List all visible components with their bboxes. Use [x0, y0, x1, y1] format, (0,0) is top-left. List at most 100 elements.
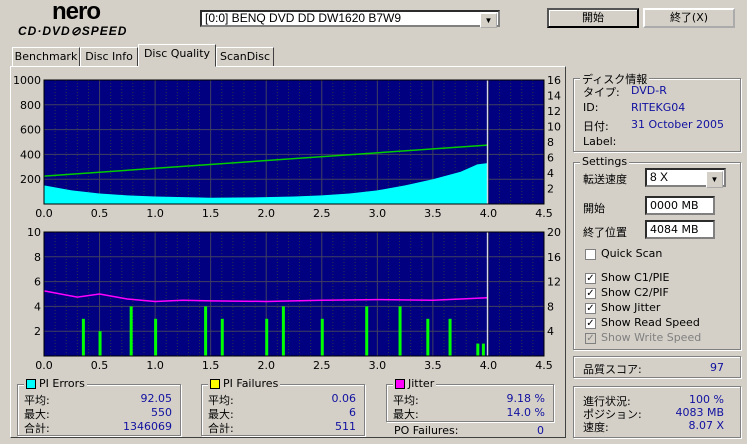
- show-c2-checkbox[interactable]: ✓: [585, 288, 596, 299]
- x-tick-label: 4.5: [535, 207, 553, 220]
- pi-errors-max: 550: [151, 406, 172, 419]
- pif-bar: [281, 306, 285, 356]
- pif-bar: [448, 318, 452, 356]
- x-tick-label: 2.5: [313, 207, 331, 220]
- jitter-swatch: [395, 378, 405, 389]
- y-right-tick-label: 14: [547, 90, 561, 103]
- pi-errors-group: PI Errors 平均: 92.05 最大: 550 合計: 1346069: [17, 377, 181, 436]
- pif-bar: [98, 331, 102, 356]
- y-left-tick-label: 2: [34, 325, 41, 338]
- show-write-speed-checkbox: ✓: [585, 333, 596, 344]
- po-failures-label: PO Failures:: [394, 424, 459, 437]
- tab-disc-quality[interactable]: Disc Quality: [138, 44, 216, 67]
- quick-scan-checkbox[interactable]: [585, 249, 596, 260]
- label-label: Label:: [583, 135, 617, 148]
- pif-jitter-chart: 0.0 0.5 1.0 1.5 2.0 2.5 3.0 3.5 4.0 4.5 10 8 6 4 2 20 16…: [27, 226, 561, 372]
- show-c1-label: Show C1/PIE: [601, 271, 670, 284]
- speed-select[interactable]: 8 X ▼: [645, 168, 726, 188]
- date-value: 31 October 2005: [631, 118, 725, 131]
- y-right-tick-label: 6: [547, 152, 554, 165]
- x-tick-label: 1.0: [146, 359, 164, 372]
- x-tick-label: 3.5: [424, 359, 442, 372]
- x-tick-label: 0.0: [35, 207, 53, 220]
- jitter-max: 14.0 %: [506, 406, 545, 419]
- pi-failures-swatch: [210, 378, 220, 389]
- pi-failures-total-label: 合計:: [208, 422, 234, 435]
- y-right-tick-label: 12: [547, 105, 561, 118]
- pif-bar: [154, 318, 158, 356]
- jitter-avg: 9.18 %: [506, 392, 545, 405]
- y-left-tick-label: 600: [20, 124, 41, 137]
- y-left-tick-label: 200: [20, 173, 41, 186]
- progress-group: 進行状況: 100 % ポジション: 4083 MB 速度: 8.07 X: [573, 386, 741, 438]
- quality-score-label: 品質スコア:: [583, 363, 642, 376]
- y-right-tick-label: 10: [547, 121, 561, 134]
- jitter-group: Jitter 平均: 9.18 % 最大: 14.0 %: [386, 377, 554, 422]
- type-label: タイプ:: [583, 86, 620, 99]
- id-value: RITEKG04: [631, 101, 686, 114]
- x-tick-label: 1.5: [202, 359, 220, 372]
- y-right-tick-label: 4: [547, 325, 554, 338]
- show-c1-checkbox[interactable]: ✓: [585, 273, 596, 284]
- pif-bar: [265, 318, 269, 356]
- pif-bar: [320, 318, 324, 356]
- speed-select-value: 8 X: [650, 170, 669, 184]
- show-jitter-checkbox[interactable]: ✓: [585, 303, 596, 314]
- jitter-max-label: 最大:: [393, 408, 419, 421]
- speed-label: 転送速度: [583, 173, 627, 186]
- x-tick-label: 2.0: [257, 359, 275, 372]
- speed-current-value: 8.07 X: [688, 419, 724, 432]
- id-label: ID:: [583, 101, 599, 114]
- y-left-tick-label: 1000: [13, 74, 41, 87]
- y-left-tick-label: 400: [20, 148, 41, 161]
- position-value: 4083 MB: [675, 406, 724, 419]
- exit-button[interactable]: 終了(X): [643, 8, 735, 28]
- x-tick-label: 0.0: [35, 359, 53, 372]
- pif-bar: [81, 318, 85, 356]
- x-tick-label: 1.5: [202, 207, 220, 220]
- y-right-tick-label: 8: [547, 136, 554, 149]
- settings-title: Settings: [580, 155, 630, 168]
- pie-chart: 0.0 0.5 1.0 1.5 2.0 2.5 3.0 3.5 4.0 4.5 1000 800 600…: [13, 74, 561, 220]
- pif-bar: [220, 318, 224, 356]
- x-tick-label: 0.5: [91, 359, 109, 372]
- progress-value: 100 %: [689, 393, 724, 406]
- start-position-input[interactable]: 0000 MB: [645, 196, 715, 215]
- jitter-title: Jitter: [408, 377, 435, 390]
- quality-score-value: 97: [710, 361, 724, 374]
- pif-bar: [426, 318, 430, 356]
- y-left-tick-label: 10: [27, 226, 41, 239]
- pif-bar: [204, 306, 208, 356]
- pi-failures-total: 511: [335, 420, 356, 433]
- end-position-input[interactable]: 4084 MB: [645, 220, 715, 239]
- pi-errors-title: PI Errors: [39, 377, 85, 390]
- x-tick-label: 2.0: [257, 207, 275, 220]
- pi-failures-avg: 0.06: [331, 392, 357, 405]
- date-label: 日付:: [583, 120, 609, 133]
- chevron-down-icon[interactable]: ▼: [706, 171, 723, 188]
- show-c2-label: Show C2/PIF: [601, 286, 669, 299]
- show-read-speed-label: Show Read Speed: [601, 316, 700, 329]
- x-tick-label: 4.0: [480, 359, 498, 372]
- show-jitter-label: Show Jitter: [601, 301, 661, 314]
- start-position-label: 開始: [583, 202, 605, 215]
- pif-bar: [476, 343, 480, 356]
- y-left-tick-label: 8: [34, 251, 41, 264]
- pi-errors-avg: 92.05: [140, 392, 173, 405]
- y-right-tick-label: 16: [547, 74, 561, 87]
- quick-scan-label: Quick Scan: [601, 247, 663, 260]
- type-value: DVD-R: [631, 84, 667, 97]
- x-tick-label: 4.0: [480, 207, 498, 220]
- x-tick-label: 3.0: [369, 207, 387, 220]
- settings-group: Settings 転送速度 8 X ▼ 開始 0000 MB 終了位置 4084…: [573, 155, 741, 350]
- quality-score-group: 品質スコア: 97: [573, 356, 741, 378]
- y-right-tick-label: 16: [547, 251, 561, 264]
- y-left-tick-label: 6: [34, 276, 41, 289]
- pi-errors-total-label: 合計:: [24, 422, 50, 435]
- x-tick-label: 1.0: [146, 207, 164, 220]
- show-read-speed-checkbox[interactable]: ✓: [585, 318, 596, 329]
- charts: 0.0 0.5 1.0 1.5 2.0 2.5 3.0 3.5 4.0 4.5 1000 800 600…: [13, 74, 561, 372]
- disc-info-group: ディスク情報 タイプ: DVD-R ID: RITEKG04 日付: 31 Oc…: [573, 71, 741, 152]
- y-left-tick-label: 4: [34, 300, 41, 313]
- x-tick-label: 3.0: [369, 359, 387, 372]
